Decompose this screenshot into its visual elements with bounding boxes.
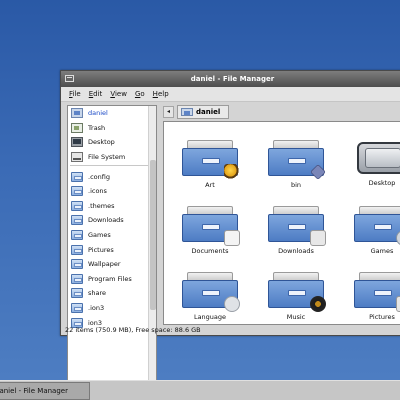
bin-folder-icon (268, 140, 326, 180)
sidebar-item-label: share (88, 289, 107, 298)
path-button-label: daniel (196, 108, 221, 116)
games-folder-icon (354, 206, 400, 246)
item-label: Games (370, 247, 394, 255)
taskbar-window-button[interactable]: daniel - File Manager (0, 382, 90, 400)
folder-item-desktop[interactable]: Desktop (342, 140, 400, 187)
icon-view: Art bin Desktop Documents Downloads Game… (163, 121, 400, 325)
desktop-folder-icon (357, 142, 400, 174)
home-icon (181, 108, 193, 116)
sidebar-item-bookmark[interactable]: share (68, 286, 156, 301)
path-back-button[interactable]: ◂ (163, 106, 174, 118)
item-label: Music (286, 313, 306, 321)
sidebar-item-label: .ion3 (88, 304, 105, 313)
menu-view[interactable]: View (110, 90, 127, 98)
sidebar-item-bookmark[interactable]: Downloads (68, 213, 156, 228)
sidebar-item-filesystem[interactable]: File System (68, 150, 156, 165)
folder-item-art[interactable]: Art (170, 140, 250, 189)
folder-item-documents[interactable]: Documents (170, 206, 250, 255)
sidebar-item-bookmark[interactable]: Pictures (68, 242, 156, 257)
filesystem-icon (71, 152, 83, 163)
folder-icon (71, 215, 83, 226)
file-manager-window: daniel - File Manager File Edit View Go … (60, 70, 400, 391)
desktop-background: { "window": { "title": "daniel - File Ma… (0, 0, 400, 400)
sidebar-item-label: Downloads (88, 216, 124, 225)
sidebar-scrollbar[interactable] (148, 106, 156, 390)
folder-icon (71, 303, 83, 314)
sidebar-item-home[interactable]: daniel (68, 106, 156, 121)
sidebar-item-label: Program Files (88, 274, 132, 283)
sidebar-item-label: daniel (88, 109, 108, 118)
sidebar-item-bookmark[interactable]: Games (68, 228, 156, 243)
path-button-current[interactable]: daniel (177, 105, 230, 119)
sidebar-item-bookmark[interactable]: Program Files (68, 272, 156, 287)
item-label: Pictures (369, 313, 395, 321)
folder-icon (71, 259, 83, 270)
folder-item-language[interactable]: Language (170, 272, 250, 321)
window-titlebar[interactable]: daniel - File Manager (61, 71, 400, 87)
sidebar-item-label: Wallpaper (88, 260, 121, 269)
folder-item-music[interactable]: Music (256, 272, 336, 321)
sidebar-item-label: Pictures (88, 245, 114, 254)
sidebar-item-label: Desktop (88, 138, 115, 147)
sidebar-item-bookmark[interactable]: Wallpaper (68, 257, 156, 272)
folder-item-games[interactable]: Games (342, 206, 400, 255)
window-title: daniel - File Manager (190, 75, 275, 83)
music-folder-icon (268, 272, 326, 312)
sidebar-item-label: Trash (88, 123, 106, 132)
folder-icon (71, 244, 83, 255)
sidebar-separator (70, 165, 154, 167)
sidebar-item-label: File System (88, 153, 126, 162)
menu-help[interactable]: Help (153, 90, 169, 98)
folder-icon (71, 288, 83, 299)
sidebar-item-bookmark[interactable]: .config (68, 169, 156, 184)
sidebar-item-trash[interactable]: Trash (68, 121, 156, 136)
pictures-folder-icon (354, 272, 400, 312)
sidebar-item-bookmark[interactable]: .ion3 (68, 301, 156, 316)
taskbar: daniel - File Manager (0, 380, 400, 400)
folder-item-downloads[interactable]: Downloads (256, 206, 336, 255)
menu-edit[interactable]: Edit (89, 90, 103, 98)
path-bar: ◂ daniel (163, 104, 400, 120)
status-bar: 22 items (750.9 MB), Free space: 88.6 GB (65, 326, 201, 334)
folder-icon (71, 273, 83, 284)
trash-icon (71, 122, 83, 133)
folder-icon (71, 171, 83, 182)
item-label: Desktop (368, 179, 396, 187)
sidebar-scrollbar-thumb[interactable] (150, 160, 156, 310)
item-label: Art (205, 181, 215, 189)
downloads-folder-icon (268, 206, 326, 246)
menu-go[interactable]: Go (135, 90, 145, 98)
language-folder-icon (182, 272, 240, 312)
item-label: Downloads (278, 247, 314, 255)
menubar: File Edit View Go Help (61, 87, 400, 102)
sidebar-item-bookmark[interactable]: .themes (68, 199, 156, 214)
item-label: Documents (191, 247, 229, 255)
sidebar-item-label: .themes (88, 201, 115, 210)
menu-file[interactable]: File (69, 90, 81, 98)
folder-item-bin[interactable]: bin (256, 140, 336, 189)
window-menu-icon[interactable] (65, 75, 74, 82)
folder-icon (71, 200, 83, 211)
folder-icon (71, 230, 83, 241)
sidebar-item-label: Games (88, 231, 111, 240)
sidebar-item-label: .config (88, 172, 110, 181)
sidebar-item-bookmark[interactable]: .icons (68, 184, 156, 199)
folder-icon (71, 186, 83, 197)
documents-folder-icon (182, 206, 240, 246)
desktop-icon (71, 137, 83, 148)
item-label: bin (290, 181, 302, 189)
sidebar-item-label: .icons (88, 187, 107, 196)
art-folder-icon (182, 140, 240, 180)
sidebar-item-desktop[interactable]: Desktop (68, 135, 156, 150)
sidebar: daniel Trash Desktop File System .config… (67, 105, 157, 391)
item-label: Language (193, 313, 227, 321)
home-icon (71, 108, 83, 119)
folder-item-pictures[interactable]: Pictures (342, 272, 400, 321)
